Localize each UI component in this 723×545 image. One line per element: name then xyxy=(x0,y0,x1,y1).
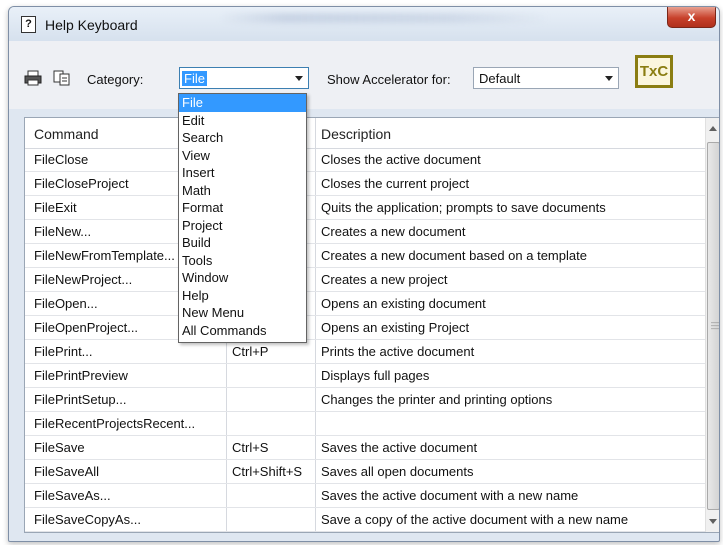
description-cell: Save a copy of the active document with … xyxy=(321,512,629,527)
description-cell: Saves all open documents xyxy=(321,464,474,479)
category-value: File xyxy=(182,71,207,86)
description-cell: Saves the active document with a new nam… xyxy=(321,488,579,503)
category-option[interactable]: Build xyxy=(179,234,306,252)
column-header-description[interactable]: Description xyxy=(321,126,391,142)
table-row[interactable]: FilePrintSetup... Changes the printer and… xyxy=(25,388,705,412)
table-row[interactable]: FileSaveProjectSaves the current project xyxy=(25,532,705,533)
category-label: Category: xyxy=(87,72,144,87)
category-option[interactable]: Help xyxy=(179,287,306,305)
shortcut-cell: Ctrl+S xyxy=(232,440,269,455)
description-cell: Changes the printer and printing options xyxy=(321,392,553,407)
description-cell: Quits the application; prompts to save d… xyxy=(321,200,606,215)
category-option[interactable]: New Menu xyxy=(179,304,306,322)
printer-icon[interactable] xyxy=(24,70,42,86)
command-cell: FilePrintSetup... xyxy=(34,392,127,407)
category-dropdown-list[interactable]: File Edit Search View Insert Math Format Projec… xyxy=(178,93,307,343)
help-icon: ? xyxy=(21,16,36,33)
table-row[interactable]: FileClose Closes the active document xyxy=(25,148,705,172)
category-select[interactable]: File xyxy=(179,67,309,89)
table-row[interactable]: FileExit Quits the application; prompts t… xyxy=(25,196,705,220)
accelerator-label: Show Accelerator for: xyxy=(327,72,451,87)
table-row[interactable]: FileSaveAll Ctrl+Shift+S Saves all open do… xyxy=(25,460,705,484)
help-keyboard-window: ? Help Keyboard x Category: File Show Ac… xyxy=(8,6,720,542)
category-option[interactable]: Project xyxy=(179,217,306,235)
scroll-down-icon[interactable] xyxy=(709,519,717,524)
txc-logo-icon: TxC xyxy=(635,55,673,88)
command-cell: FileSaveCopyAs... xyxy=(34,512,141,527)
scrollbar-thumb[interactable]: — — — xyxy=(707,142,719,510)
table-row[interactable]: FileCloseProject Closes the current proje… xyxy=(25,172,705,196)
description-cell: Creates a new document based on a templa… xyxy=(321,248,587,263)
table-row[interactable]: FileOpen... Opens an existing document xyxy=(25,292,705,316)
accelerator-value: Default xyxy=(479,71,521,86)
command-cell: FileSaveAll xyxy=(34,464,100,479)
commands-table: Command Description FileClose Closes the … xyxy=(24,117,719,533)
category-option[interactable]: Edit xyxy=(179,112,306,130)
category-option[interactable]: Search xyxy=(179,129,306,147)
category-option[interactable]: All Commands xyxy=(179,322,306,340)
command-cell: FilePrint... xyxy=(34,344,93,359)
shortcut-cell: Ctrl+P xyxy=(232,344,269,359)
table-row[interactable]: FilePrint... Ctrl+P Prints the active docu… xyxy=(25,340,705,364)
description-cell: Prints the active document xyxy=(321,344,475,359)
table-header: Command Description xyxy=(25,118,705,149)
title-bar-blur xyxy=(219,13,549,23)
description-cell: Creates a new project xyxy=(321,272,448,287)
window-title: Help Keyboard xyxy=(45,17,138,33)
chevron-down-icon xyxy=(605,76,613,81)
table-row[interactable]: FileOpenProject... Opens an existing Proj… xyxy=(25,316,705,340)
table-row[interactable]: FileNew... Creates a new document xyxy=(25,220,705,244)
category-option[interactable]: Format xyxy=(179,199,306,217)
grip-icon: — — — xyxy=(711,318,719,333)
close-button[interactable]: x xyxy=(667,7,716,28)
accelerator-select[interactable]: Default xyxy=(473,67,619,89)
command-cell: FileSaveAs... xyxy=(34,488,111,503)
table-row[interactable]: FileNewProject... Creates a new project xyxy=(25,268,705,292)
vertical-scrollbar[interactable]: — — — xyxy=(705,118,719,532)
description-cell: Closes the current project xyxy=(321,176,470,191)
toolbar: Category: File Show Accelerator for: Def… xyxy=(9,41,719,109)
table-row[interactable]: FileSaveCopyAs... Save a copy of the acti… xyxy=(25,508,705,532)
title-bar: ? Help Keyboard x xyxy=(9,7,719,41)
table-row[interactable]: FileNewFromTemplate... Creates a new docu… xyxy=(25,244,705,268)
category-option[interactable]: View xyxy=(179,147,306,165)
category-option[interactable]: Insert xyxy=(179,164,306,182)
command-cell: FileSave xyxy=(34,440,85,455)
table-row[interactable]: FileSave Ctrl+S Saves the active document xyxy=(25,436,705,460)
description-cell: Saves the active document xyxy=(321,440,478,455)
category-option[interactable]: Window xyxy=(179,269,306,287)
category-option[interactable]: Tools xyxy=(179,252,306,270)
table-row[interactable]: FileSaveAs... Saves the active document w… xyxy=(25,484,705,508)
shortcut-cell: Ctrl+Shift+S xyxy=(232,464,303,479)
scroll-up-icon[interactable] xyxy=(709,126,717,131)
table-row[interactable]: FilePrintPreview Displays full pages xyxy=(25,364,705,388)
description-cell: Displays full pages xyxy=(321,368,430,383)
description-cell: Closes the active document xyxy=(321,152,481,167)
command-cell: FileRecentProjectsRecent... xyxy=(34,416,196,431)
command-cell: FilePrintPreview xyxy=(34,368,128,383)
description-cell: Opens an existing document xyxy=(321,296,486,311)
category-option[interactable]: File xyxy=(179,94,306,112)
table-body: FileClose Closes the active document FileC… xyxy=(25,148,705,533)
description-cell: Opens an existing Project xyxy=(321,320,470,335)
table-row[interactable]: FileRecentProjectsRecent... xyxy=(25,412,705,436)
category-option[interactable]: Math xyxy=(179,182,306,200)
column-header-command[interactable]: Command xyxy=(34,126,99,142)
description-cell: Creates a new document xyxy=(321,224,466,239)
copy-icon[interactable] xyxy=(53,70,71,86)
chevron-down-icon xyxy=(295,76,303,81)
